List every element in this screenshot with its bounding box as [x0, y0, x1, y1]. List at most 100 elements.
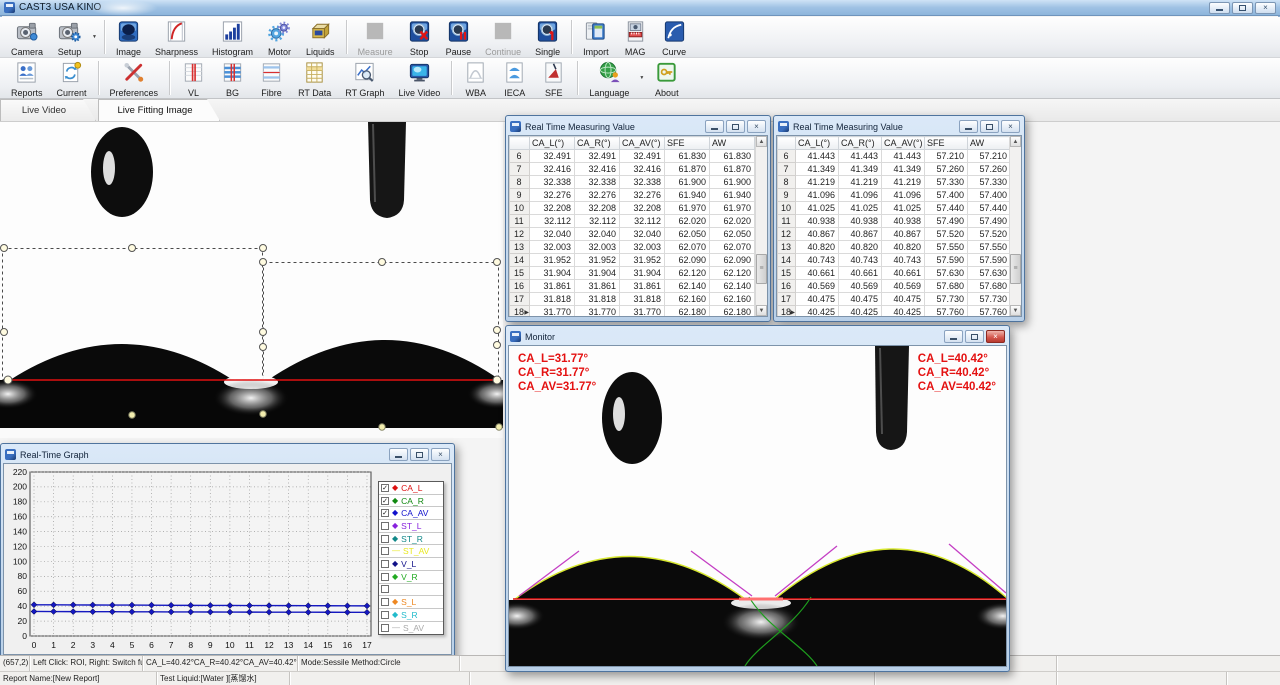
table-row[interactable]: 1631.86131.86131.86162.14062.140	[510, 280, 755, 293]
rtm-right-minimize-button[interactable]	[959, 120, 978, 133]
table-row[interactable]: 1132.11232.11232.11262.02062.020	[510, 215, 755, 228]
column-header[interactable]: CA_R(°)	[839, 137, 882, 150]
toolbar-button-wba[interactable]: WBA	[456, 58, 495, 98]
column-header[interactable]: CA_AV(°)	[882, 137, 925, 150]
table-row[interactable]: 1232.04032.04032.04062.05062.050	[510, 228, 755, 241]
table-row[interactable]: 1540.66140.66140.66157.63057.630	[778, 267, 1011, 280]
toolbar-button-ieca[interactable]: IECA	[495, 58, 534, 98]
legend-checkbox[interactable]: ✓	[381, 509, 389, 517]
column-header[interactable]: CA_R(°)	[575, 137, 620, 150]
legend-checkbox[interactable]	[381, 624, 389, 632]
dropdown-caret-language[interactable]: ▼	[636, 75, 647, 81]
rtm-window-left[interactable]: Real Time Measuring Value × CA_L(°)CA_R(…	[505, 115, 771, 322]
rtm-left-close-button[interactable]: ×	[747, 120, 766, 133]
tab-live-video[interactable]: Live Video	[0, 99, 96, 121]
table-row[interactable]: 741.34941.34941.34957.26057.260	[778, 163, 1011, 176]
maximize-button[interactable]	[1232, 2, 1253, 14]
column-header[interactable]: AW	[710, 137, 755, 150]
rtm-left-maximize-button[interactable]	[726, 120, 745, 133]
table-row[interactable]: 1340.82040.82040.82057.55057.550	[778, 241, 1011, 254]
monitor-titlebar[interactable]: Monitor ×	[508, 328, 1007, 345]
minimize-button[interactable]	[1209, 2, 1230, 14]
table-row[interactable]: 1531.90431.90431.90462.12062.120	[510, 267, 755, 280]
rtm-right-titlebar[interactable]: Real Time Measuring Value ×	[776, 118, 1022, 135]
legend-checkbox[interactable]: ✓	[381, 484, 389, 492]
toolbar-button-import[interactable]: Import	[576, 17, 616, 57]
table-row[interactable]: 1041.02541.02541.02557.44057.440	[778, 202, 1011, 215]
toolbar-button-preferences[interactable]: Preferences	[103, 58, 166, 98]
table-row[interactable]: 632.49132.49132.49161.83061.830	[510, 150, 755, 163]
title-bar[interactable]: CAST3 USA KINO ×	[0, 0, 1280, 16]
rtm-left-minimize-button[interactable]	[705, 120, 724, 133]
rtm-window-right[interactable]: Real Time Measuring Value × CA_L(°)CA_R(…	[773, 115, 1025, 322]
toolbar-button-setup[interactable]: Setup	[50, 17, 89, 57]
table-row[interactable]: 1240.86740.86740.86757.52057.520	[778, 228, 1011, 241]
table-row[interactable]: 1431.95231.95231.95262.09062.090	[510, 254, 755, 267]
table-scrollbar[interactable]: ▲▼	[1009, 136, 1021, 316]
rtm-left-titlebar[interactable]: Real Time Measuring Value ×	[508, 118, 768, 135]
table-row[interactable]: 18▶40.42540.42540.42557.76057.760	[778, 306, 1011, 318]
toolbar-button-reports[interactable]: Reports	[4, 58, 50, 98]
legend-checkbox[interactable]	[381, 535, 389, 543]
graph-titlebar[interactable]: Real-Time Graph ×	[3, 446, 452, 463]
toolbar-button-bg[interactable]: BG	[213, 58, 252, 98]
toolbar-button-sharpness[interactable]: Sharpness	[148, 17, 205, 57]
scroll-thumb[interactable]	[1010, 254, 1021, 284]
toolbar-button-curve[interactable]: Curve	[655, 17, 694, 57]
toolbar-button-pause[interactable]: Pause	[439, 17, 479, 57]
tab-live-fitting-image[interactable]: Live Fitting Image	[98, 99, 220, 121]
toolbar-button-about[interactable]: About	[647, 58, 686, 98]
table-row[interactable]: 1332.00332.00332.00362.07062.070	[510, 241, 755, 254]
toolbar-button-rt-data[interactable]: RT Data	[291, 58, 338, 98]
table-row[interactable]: 1640.56940.56940.56957.68057.680	[778, 280, 1011, 293]
scroll-thumb[interactable]	[756, 254, 767, 284]
column-header[interactable]: SFE	[665, 137, 710, 150]
graph-maximize-button[interactable]	[410, 448, 429, 461]
live-fitting-image[interactable]	[0, 122, 503, 438]
column-header[interactable]: CA_L(°)	[530, 137, 575, 150]
scroll-up-arrow[interactable]: ▲	[756, 136, 767, 147]
column-header[interactable]: SFE	[925, 137, 968, 150]
toolbar-button-image[interactable]: Image	[109, 17, 148, 57]
monitor-close-button[interactable]: ×	[986, 330, 1005, 343]
table-row[interactable]: 1740.47540.47540.47557.73057.730	[778, 293, 1011, 306]
table-row[interactable]: 641.44341.44341.44357.21057.210	[778, 150, 1011, 163]
toolbar-button-liquids[interactable]: Liquids	[299, 17, 342, 57]
table-row[interactable]: 1440.74340.74340.74357.59057.590	[778, 254, 1011, 267]
table-row[interactable]: 1140.93840.93840.93857.49057.490	[778, 215, 1011, 228]
legend-checkbox[interactable]	[381, 547, 389, 555]
legend-checkbox[interactable]	[381, 598, 389, 606]
scroll-down-arrow[interactable]: ▼	[756, 305, 767, 316]
legend-checkbox[interactable]	[381, 611, 389, 619]
table-row[interactable]: 941.09641.09641.09657.40057.400	[778, 189, 1011, 202]
toolbar-button-sfe[interactable]: SFE	[534, 58, 573, 98]
scroll-down-arrow[interactable]: ▼	[1010, 305, 1021, 316]
toolbar-button-mag[interactable]: MAG	[616, 17, 655, 57]
table-row[interactable]: 1032.20832.20832.20861.97061.970	[510, 202, 755, 215]
scroll-up-arrow[interactable]: ▲	[1010, 136, 1021, 147]
toolbar-button-single[interactable]: Single	[528, 17, 567, 57]
rtm-right-close-button[interactable]: ×	[1001, 120, 1020, 133]
table-scrollbar[interactable]: ▲▼	[755, 136, 767, 316]
rtm-right-maximize-button[interactable]	[980, 120, 999, 133]
toolbar-button-fibre[interactable]: Fibre	[252, 58, 291, 98]
table-row[interactable]: 732.41632.41632.41661.87061.870	[510, 163, 755, 176]
monitor-body[interactable]: CA_L=31.77° CA_R=31.77° CA_AV=31.77° CA_…	[508, 345, 1007, 667]
toolbar-button-language[interactable]: Language	[582, 58, 636, 98]
table-row[interactable]: 932.27632.27632.27661.94061.940	[510, 189, 755, 202]
toolbar-button-current[interactable]: Current	[50, 58, 94, 98]
legend-checkbox[interactable]	[381, 585, 389, 593]
toolbar-button-rt-graph[interactable]: RT Graph	[338, 58, 391, 98]
column-header[interactable]: AW	[968, 137, 1011, 150]
table-row[interactable]: 841.21941.21941.21957.33057.330	[778, 176, 1011, 189]
legend-checkbox[interactable]	[381, 573, 389, 581]
table-row[interactable]: 1731.81831.81831.81862.16062.160	[510, 293, 755, 306]
close-button[interactable]: ×	[1255, 2, 1276, 14]
graph-window[interactable]: Real-Time Graph × 0204060801001201401601…	[0, 443, 455, 660]
toolbar-button-motor[interactable]: Motor	[260, 17, 299, 57]
toolbar-button-camera[interactable]: Camera	[4, 17, 50, 57]
legend-checkbox[interactable]: ✓	[381, 497, 389, 505]
monitor-maximize-button[interactable]	[965, 330, 984, 343]
table-row[interactable]: 832.33832.33832.33861.90061.900	[510, 176, 755, 189]
column-header[interactable]: CA_L(°)	[796, 137, 839, 150]
